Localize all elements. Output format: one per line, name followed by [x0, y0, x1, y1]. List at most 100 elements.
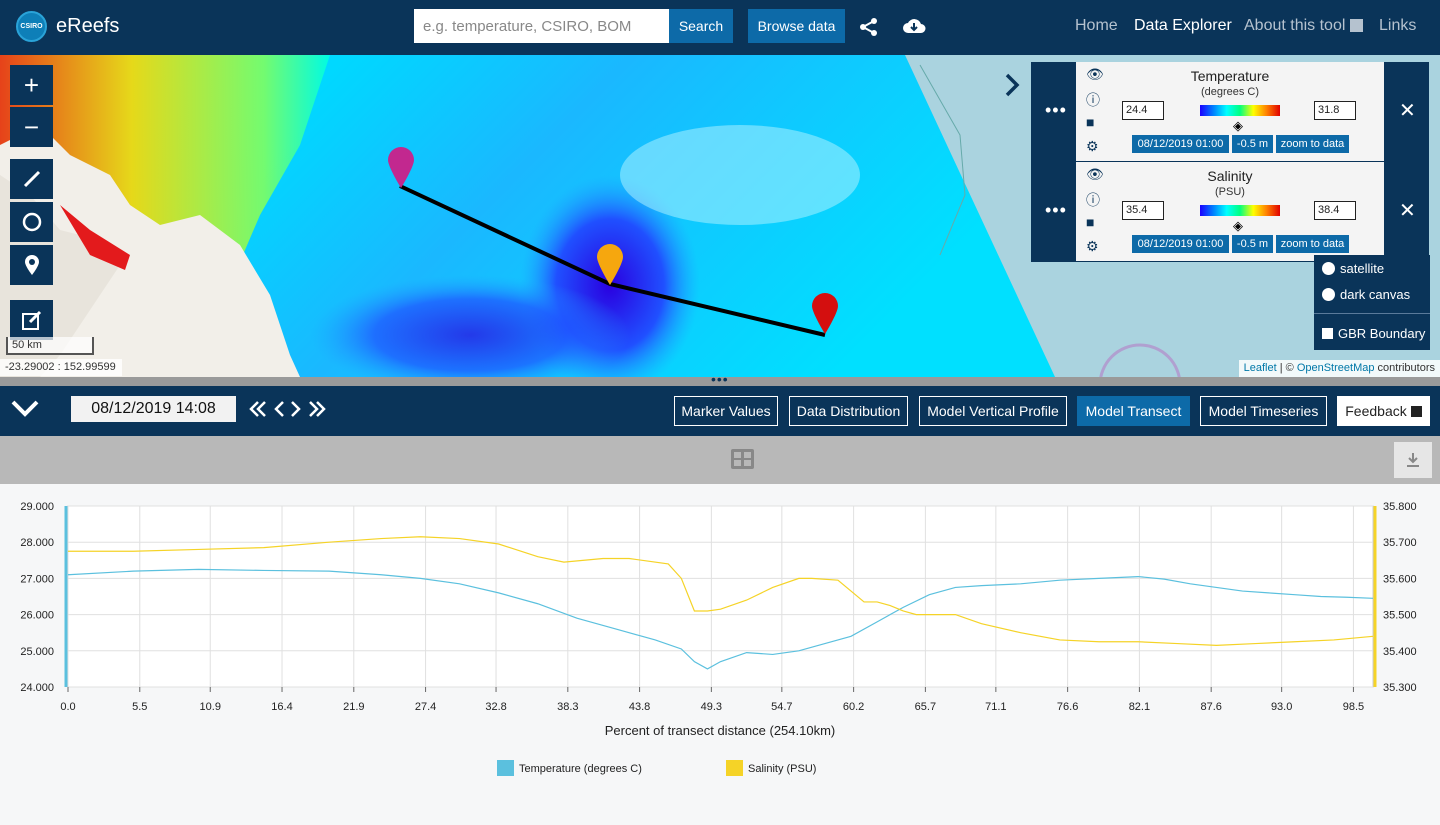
x-tick-label: 93.0	[1271, 701, 1292, 713]
right-y-tick-label: 35.500	[1383, 610, 1417, 622]
left-y-tick-label: 24.000	[20, 682, 54, 694]
last-step-icon[interactable]	[308, 400, 326, 418]
layer-depth-chip[interactable]: -0.5 m	[1232, 135, 1273, 153]
share-icon[interactable]	[858, 16, 880, 43]
legend-swatch	[726, 760, 743, 776]
transect-mid-marker[interactable]	[595, 242, 625, 286]
layer-menu-icon[interactable]: •••	[1045, 200, 1067, 221]
tab-data-distribution[interactable]: Data Distribution	[789, 396, 908, 426]
video-camera-icon[interactable]: ■	[1086, 114, 1094, 130]
datetime-display[interactable]: 08/12/2019 14:08	[71, 396, 236, 422]
draw-circle-icon[interactable]	[10, 202, 53, 242]
layer-depth-chip[interactable]: -0.5 m	[1232, 235, 1273, 253]
x-tick-label: 76.6	[1057, 701, 1078, 713]
attribution-sep: | ©	[1276, 362, 1297, 374]
plot-background	[67, 505, 1374, 688]
close-layer-icon[interactable]: ✕	[1399, 98, 1416, 123]
osm-link[interactable]: OpenStreetMap	[1297, 362, 1375, 374]
prev-step-icon[interactable]	[273, 400, 285, 418]
layer-temperature: 👁 ⓘ ■ ⚙ Temperature (degrees C) 24.4 31.…	[1076, 62, 1384, 161]
transect-end-marker[interactable]	[810, 291, 840, 335]
layer-panel: ••• ••• ✕ ✕ 👁 ⓘ ■ ⚙ Temperature (degrees…	[1031, 62, 1429, 262]
color-scale-bar	[1200, 205, 1280, 216]
first-step-icon[interactable]	[249, 400, 267, 418]
layer-date-chip[interactable]: 08/12/2019 01:00	[1132, 135, 1229, 153]
cursor-coordinates: -23.29002 : 152.99599	[0, 359, 122, 376]
chart-legend: Temperature (degrees C) Salinity (PSU)	[497, 760, 816, 776]
panel-toggle-chevron-icon[interactable]	[1002, 72, 1022, 98]
app-title[interactable]: eReefs	[56, 15, 119, 38]
layer-menu-icon[interactable]: •••	[1045, 100, 1067, 121]
draw-line-icon[interactable]	[10, 159, 53, 199]
attribution-tail: contributors	[1374, 362, 1435, 374]
zoom-to-data-button[interactable]: zoom to data	[1276, 135, 1349, 153]
download-icon	[1407, 453, 1419, 467]
search-input[interactable]	[414, 9, 669, 43]
layer-unit: (PSU)	[1215, 186, 1245, 198]
feedback-label: Feedback	[1345, 403, 1407, 419]
nav-home[interactable]: Home	[1075, 17, 1118, 35]
basemap-satellite[interactable]: satellite	[1322, 261, 1384, 276]
radio-icon[interactable]	[1322, 262, 1335, 275]
x-tick-label: 98.5	[1343, 701, 1364, 713]
nav-links[interactable]: Links	[1379, 17, 1416, 35]
x-tick-label: 10.9	[200, 701, 221, 713]
layer-date-chip[interactable]: 08/12/2019 01:00	[1132, 235, 1229, 253]
paint-bucket-icon[interactable]: ◈	[1233, 118, 1243, 134]
cloud-download-icon[interactable]	[901, 14, 927, 43]
close-layer-icon[interactable]: ✕	[1399, 198, 1416, 223]
next-step-icon[interactable]	[290, 400, 302, 418]
x-tick-label: 87.6	[1200, 701, 1221, 713]
color-max-input[interactable]: 38.4	[1314, 201, 1356, 220]
radio-icon[interactable]	[1322, 288, 1335, 301]
browse-data-button[interactable]: Browse data	[748, 9, 845, 43]
transect-start-marker[interactable]	[386, 145, 416, 189]
chart-controls-bar: 08/12/2019 14:08 Marker Values Data Dist…	[0, 386, 1440, 436]
edit-icon[interactable]	[10, 300, 53, 340]
settings-gear-icon[interactable]: ⚙	[1086, 138, 1099, 155]
zoom-in-button[interactable]: +	[10, 65, 53, 105]
color-max-input[interactable]: 31.8	[1314, 101, 1356, 120]
nav-data-explorer[interactable]: Data Explorer	[1134, 17, 1232, 35]
tab-marker-values[interactable]: Marker Values	[674, 396, 778, 426]
map-scale-bar: 50 km	[6, 337, 94, 355]
right-y-axis: 35.800 35.700 35.600 35.500 35.400 35.300	[1373, 501, 1417, 694]
leaflet-link[interactable]: Leaflet	[1244, 362, 1277, 374]
x-tick-label: 71.1	[985, 701, 1006, 713]
color-min-input[interactable]: 35.4	[1122, 201, 1164, 220]
collapse-chevron-down-icon[interactable]	[10, 398, 40, 418]
legend-label: Salinity (PSU)	[748, 763, 816, 775]
tab-model-vertical-profile[interactable]: Model Vertical Profile	[919, 396, 1067, 426]
right-y-tick-label: 35.300	[1383, 682, 1417, 694]
nav-about[interactable]: About this tool	[1244, 17, 1345, 35]
x-tick-label: 27.4	[415, 701, 436, 713]
drag-handle-icon[interactable]: •••	[711, 371, 729, 387]
divider	[1314, 313, 1430, 314]
paint-bucket-icon[interactable]: ◈	[1233, 218, 1243, 234]
tab-model-transect[interactable]: Model Transect	[1077, 396, 1190, 426]
download-chart-button[interactable]	[1394, 442, 1432, 478]
tab-model-timeseries[interactable]: Model Timeseries	[1200, 396, 1327, 426]
zoom-to-data-button[interactable]: zoom to data	[1276, 235, 1349, 253]
panel-resize-handle[interactable]: •••	[0, 371, 1440, 387]
basemap-options: satellite dark canvas GBR Boundary	[1314, 255, 1430, 350]
search-button[interactable]: Search	[669, 9, 733, 43]
checkbox-icon[interactable]	[1322, 328, 1333, 339]
feedback-button[interactable]: Feedback	[1337, 396, 1430, 426]
left-y-tick-label: 27.000	[20, 573, 54, 585]
draw-marker-icon[interactable]	[10, 245, 53, 285]
left-y-tick-label: 26.000	[20, 610, 54, 622]
chart-grid	[67, 505, 1374, 688]
x-tick-label: 32.8	[485, 701, 506, 713]
settings-gear-icon[interactable]: ⚙	[1086, 238, 1099, 255]
right-y-tick-label: 35.400	[1383, 646, 1417, 658]
video-camera-icon[interactable]: ■	[1086, 214, 1094, 230]
layout-grid-icon[interactable]	[730, 448, 755, 470]
color-min-input[interactable]: 24.4	[1122, 101, 1164, 120]
basemap-dark-canvas[interactable]: dark canvas	[1322, 287, 1410, 302]
gbr-boundary-toggle[interactable]: GBR Boundary	[1322, 326, 1425, 341]
left-y-tick-label: 28.000	[20, 537, 54, 549]
x-tick-label: 43.8	[629, 701, 650, 713]
transect-chart[interactable]: 29.000 28.000 27.000 26.000 25.000 24.000 35.…	[0, 484, 1440, 820]
zoom-out-button[interactable]: −	[10, 107, 53, 147]
